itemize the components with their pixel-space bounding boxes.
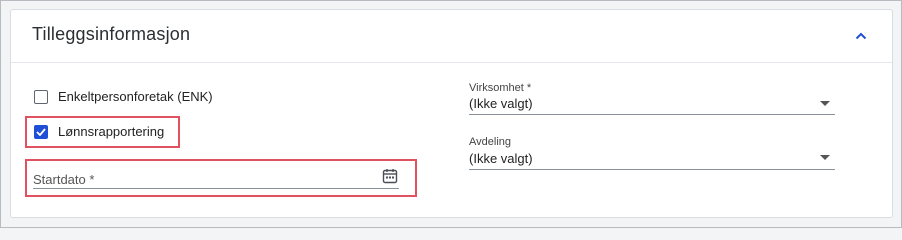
calendar-button[interactable] <box>382 168 398 184</box>
enk-checkbox[interactable] <box>34 89 48 104</box>
payroll-checkbox[interactable] <box>34 124 48 139</box>
enk-checkbox-row[interactable]: Enkeltpersonforetak (ENK) <box>34 89 213 104</box>
virksomhet-underline <box>469 114 835 115</box>
avdeling-underline <box>469 169 835 170</box>
calendar-icon <box>382 169 398 184</box>
chevron-up-icon <box>855 32 867 40</box>
collapse-button[interactable] <box>849 26 873 46</box>
enk-label: Enkeltpersonforetak (ENK) <box>58 89 213 104</box>
window-frame: Tilleggsinformasjon Enkeltpersonforetak … <box>0 0 902 228</box>
additional-info-panel: Tilleggsinformasjon Enkeltpersonforetak … <box>10 9 893 218</box>
virksomhet-select[interactable]: (Ikke valgt) <box>469 96 533 111</box>
payroll-checkbox-row[interactable]: Lønnsrapportering <box>34 124 164 139</box>
payroll-label: Lønnsrapportering <box>58 124 165 139</box>
virksomhet-label: Virksomhet * <box>469 82 532 94</box>
panel-header[interactable]: Tilleggsinformasjon <box>11 10 892 63</box>
startdate-input[interactable]: Startdato * <box>33 172 94 187</box>
panel-title: Tilleggsinformasjon <box>32 24 191 44</box>
avdeling-select[interactable]: (Ikke valgt) <box>469 151 533 166</box>
startdate-underline <box>33 188 399 189</box>
virksomhet-caret-icon[interactable] <box>820 101 830 106</box>
checkmark-icon <box>36 127 46 136</box>
avdeling-caret-icon[interactable] <box>820 155 830 160</box>
avdeling-label: Avdeling <box>469 136 511 148</box>
